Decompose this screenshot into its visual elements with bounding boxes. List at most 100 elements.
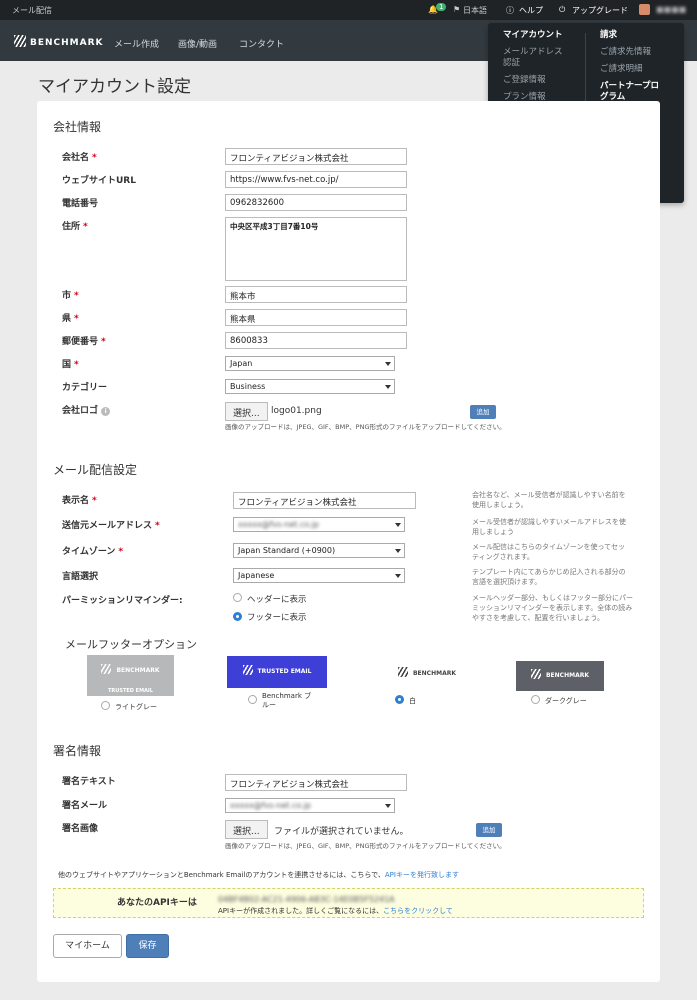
timezone-label: タイムゾーン * [62, 547, 124, 557]
api-key-value: 04BF4B02-AC21-4906-AB3C-14E0B5F5241A [218, 895, 395, 904]
reminder-label: パーミッションリマインダー: [62, 596, 183, 606]
page-title: マイアカウント設定 [38, 77, 191, 97]
footer-blue-label: Benchmark ブ ルー [262, 692, 312, 709]
category-label: カテゴリー [62, 383, 108, 393]
city-label: 市 * [62, 291, 79, 301]
help-link[interactable]: ヘルプ [519, 5, 543, 16]
zip-label: 郵便番号 * [62, 337, 106, 347]
benchmark-logo-icon [101, 664, 112, 674]
api-details-link[interactable]: こちらをクリックして [383, 907, 453, 915]
reminder-footer-label: フッターに表示 [247, 613, 307, 623]
city-input[interactable]: 熊本市 [225, 286, 407, 303]
language-select[interactable]: Japanese [233, 568, 405, 583]
sender-email-select[interactable]: xxxxx@fvs-net.co.jp [233, 517, 405, 532]
help-icon: ⓘ [506, 6, 514, 15]
nav-item-create-email[interactable]: メール作成 [114, 37, 159, 50]
prefecture-input[interactable]: 熊本県 [225, 309, 407, 326]
signature-section-title: 署名情報 [53, 744, 102, 758]
website-input[interactable]: https://www.fvs-net.co.jp/ [225, 171, 407, 188]
chevron-down-icon [385, 804, 391, 808]
api-key-box: あなたのAPIキーは 04BF4B02-AC21-4906-AB3C-14E0B… [53, 888, 644, 918]
api-intro: 他のウェブサイトやアプリケーションとBenchmark Emailのアカウントを… [58, 871, 459, 879]
zip-input[interactable]: 8600833 [225, 332, 407, 349]
footer-white-label: 白 [409, 697, 416, 705]
signature-upload-hint: 画像のアップロードは、JPEG、GIF、BMP、PNG形式のファイルをアップロー… [225, 842, 506, 850]
phone-label: 電話番号 [62, 199, 99, 209]
app-title: メール配信 [12, 6, 52, 15]
signature-text-label: 署名テキスト [62, 777, 116, 787]
issue-api-key-link[interactable]: APIキーを発行致します [385, 871, 459, 879]
user-name[interactable]: ■■■■ [656, 5, 686, 14]
logo-choose-button[interactable]: 選択... [225, 402, 268, 421]
account-menu-right-item[interactable]: ご請求先情報 [600, 47, 680, 58]
footer-tile-white[interactable]: BENCHMARK [387, 664, 467, 684]
logo-upload-hint: 画像のアップロードは、JPEG、GIF、BMP、PNG形式のファイルをアップロー… [225, 423, 506, 431]
reminder-header-radio[interactable] [233, 593, 242, 602]
api-created-text: APIキーが作成されました。詳しくご覧になるには、こちらをクリックして [218, 907, 453, 915]
chevron-down-icon [395, 574, 401, 578]
signature-no-file: ファイルが選択されていません。 [274, 827, 409, 837]
nav-item-contacts[interactable]: コンタクト [239, 37, 284, 50]
phone-input[interactable]: 0962832600 [225, 194, 407, 211]
country-select[interactable]: Japan [225, 356, 395, 371]
chevron-down-icon [385, 362, 391, 366]
language-label: 言語選択 [62, 572, 99, 582]
account-menu-right-item[interactable]: ご請求明細 [600, 64, 680, 75]
power-icon: ⏻ [559, 5, 566, 14]
my-home-button[interactable]: マイホーム [53, 934, 122, 958]
chevron-down-icon [385, 385, 391, 389]
sender-email-label: 送信元メールアドレス * [62, 521, 160, 531]
api-key-label: あなたのAPIキーは [117, 898, 197, 908]
display-name-input[interactable]: フロンティアビジョン株式会社 [233, 492, 416, 509]
account-menu-right-item[interactable]: パートナープロ グラム [600, 81, 680, 103]
account-menu-left-item[interactable]: マイアカウント [503, 30, 583, 41]
signature-image-label: 署名画像 [62, 824, 99, 834]
signature-text-input[interactable]: フロンティアビジョン株式会社 [225, 774, 407, 791]
website-label: ウェブサイトURL [62, 176, 136, 186]
footer-tile-benchmark-blue[interactable]: TRUSTED EMAIL [227, 656, 327, 688]
sender-email-help: メール受信者が認識しやすいメールアドレスを使用しましょう [472, 518, 626, 536]
footer-options-title: メールフッターオプション [65, 638, 197, 651]
language-selector[interactable]: 日本語 [463, 5, 487, 16]
avatar[interactable] [639, 4, 650, 15]
prefecture-label: 県 * [62, 314, 79, 324]
benchmark-logo-icon [397, 667, 408, 677]
logo-label: 会社ロゴ i [62, 403, 111, 416]
account-menu-right-item[interactable]: 請求 [600, 30, 680, 41]
chevron-down-icon [395, 549, 401, 553]
nav-item-images-video[interactable]: 画像/動画 [178, 37, 217, 50]
reminder-header-label: ヘッダーに表示 [247, 595, 307, 605]
company-name-input[interactable]: フロンティアビジョン株式会社 [225, 148, 407, 165]
benchmark-logo-icon [14, 35, 26, 47]
address-textarea[interactable]: 中央区平成3丁目7番10号 [225, 217, 407, 281]
footer-light-gray-label: ライトグレー [115, 703, 157, 711]
signature-email-select[interactable]: xxxxx@fvs-net.co.jp [225, 798, 395, 813]
timezone-help: メール配信はこちらのタイムゾーンを使ってセッティングされます。 [472, 543, 626, 561]
company-name-label: 会社名 * [62, 153, 97, 163]
reminder-footer-radio[interactable] [233, 612, 242, 621]
upgrade-link[interactable]: アップグレード [572, 5, 628, 16]
settings-card: 会社情報 会社名 * フロンティアビジョン株式会社 ウェブサイトURL https… [37, 101, 660, 982]
signature-email-label: 署名メール [62, 801, 108, 811]
signature-choose-button[interactable]: 選択... [225, 820, 268, 839]
account-menu-left-item[interactable]: ご登録情報 [503, 75, 583, 86]
footer-light-gray-radio[interactable] [101, 701, 110, 710]
timezone-select[interactable]: Japan Standard (+0900) [233, 543, 405, 558]
footer-white-radio[interactable] [395, 695, 404, 704]
top-bar: メール配信 🔔 1 ⚑ 日本語 ⓘ ヘルプ ⏻ アップグレード ■■■■ [0, 0, 697, 20]
benchmark-logo[interactable]: BENCHMARK [14, 35, 104, 48]
footer-blue-radio[interactable] [248, 695, 257, 704]
footer-tile-dark-gray[interactable]: BENCHMARK [516, 661, 604, 691]
account-menu-left-item[interactable]: メールアドレス 認証 [503, 47, 583, 69]
display-name-help: 会社名など、メール受信者が認識しやすい名前を使用しましょう。 [472, 491, 626, 509]
benchmark-logo-icon [530, 669, 541, 679]
company-section-title: 会社情報 [53, 120, 102, 134]
info-icon: i [101, 407, 111, 416]
reminder-help: メールヘッダー部分、もしくはフッター部分にパーミッションリマインダーを表示します… [472, 594, 633, 622]
signature-add-button[interactable]: 追加 [476, 823, 502, 837]
logo-add-button[interactable]: 追加 [470, 405, 496, 419]
category-select[interactable]: Business [225, 379, 395, 394]
footer-dark-gray-radio[interactable] [531, 695, 540, 704]
save-button[interactable]: 保存 [126, 934, 169, 958]
footer-tile-light-gray-sub: TRUSTED EMAIL [108, 688, 153, 694]
